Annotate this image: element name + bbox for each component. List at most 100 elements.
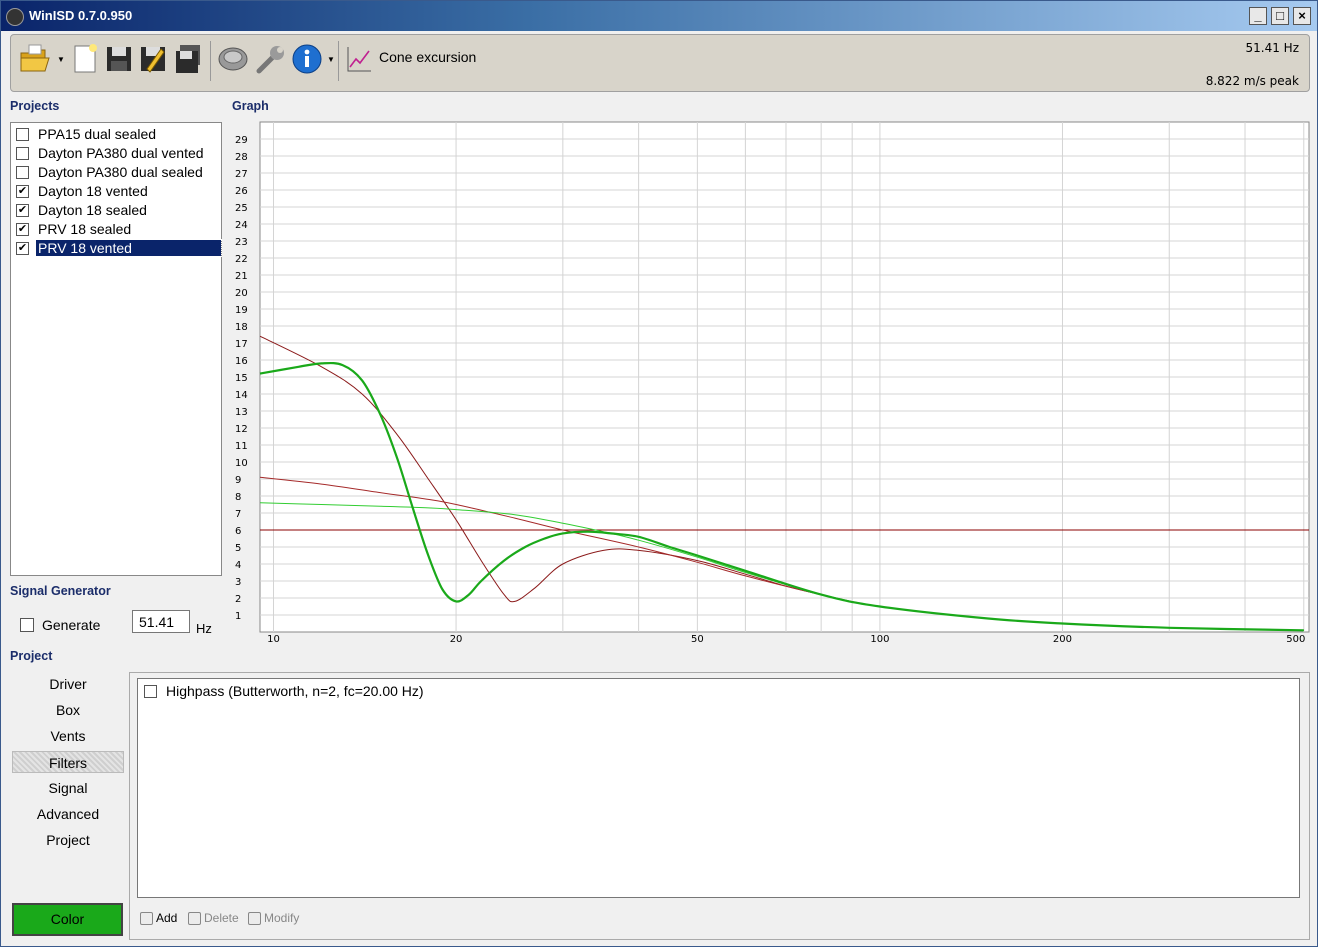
y-tick-label: 27 — [235, 169, 248, 180]
y-tick-label: 4 — [235, 560, 241, 571]
y-tick-label: 5 — [235, 543, 241, 554]
x-axis-ticks: 10 20 50 100 200 500 — [267, 634, 1305, 645]
y-tick-label: 6 — [235, 526, 241, 537]
generate-checkbox[interactable] — [20, 618, 34, 632]
info-icon[interactable] — [291, 43, 323, 75]
filters-list[interactable]: Highpass (Butterworth, n=2, fc=20.00 Hz) — [137, 678, 1300, 898]
y-tick-label: 20 — [235, 288, 248, 299]
y-tick-label: 19 — [235, 305, 248, 316]
project-checkbox[interactable]: ✔ — [16, 242, 29, 255]
y-tick-label: 12 — [235, 424, 248, 435]
project-label[interactable]: Dayton PA380 dual vented — [36, 145, 206, 161]
generator-unit: Hz — [196, 621, 212, 636]
project-item[interactable]: ✔ Dayton 18 vented — [13, 182, 221, 201]
save-icon[interactable] — [105, 43, 133, 75]
project-item[interactable]: ✔ Dayton 18 sealed — [13, 201, 221, 220]
x-tick-label: 100 — [870, 634, 889, 645]
project-label[interactable]: PRV 18 sealed — [36, 221, 133, 237]
y-tick-label: 21 — [235, 271, 248, 282]
project-checkbox[interactable] — [16, 128, 29, 141]
y-tick-label: 18 — [235, 322, 248, 333]
project-checkbox[interactable]: ✔ — [16, 185, 29, 198]
title-bar[interactable]: WinISD 0.7.0.950 _ □ × — [1, 1, 1317, 31]
generate-label[interactable]: Generate — [42, 617, 100, 633]
signal-generator-heading: Signal Generator — [10, 584, 111, 598]
y-tick-label: 26 — [235, 186, 248, 197]
info-dropdown-arrow[interactable]: ▼ — [327, 55, 335, 64]
add-label: Add — [156, 911, 178, 925]
color-button[interactable]: Color — [12, 903, 123, 936]
delete-filter-button[interactable]: Delete — [188, 911, 239, 925]
nav-vents[interactable]: Vents — [12, 725, 124, 747]
maximize-button[interactable]: □ — [1271, 7, 1289, 25]
y-tick-label: 3 — [235, 577, 241, 588]
modify-label: Modify — [264, 911, 300, 925]
save-as-icon[interactable] — [139, 43, 167, 75]
close-button[interactable]: × — [1293, 7, 1311, 25]
x-tick-label: 20 — [450, 634, 463, 645]
y-tick-label: 14 — [235, 390, 248, 401]
project-heading: Project — [10, 649, 53, 663]
projects-list[interactable]: PPA15 dual sealed Dayton PA380 dual vent… — [10, 122, 222, 576]
y-tick-label: 8 — [235, 492, 241, 503]
nav-project[interactable]: Project — [12, 829, 124, 851]
nav-driver[interactable]: Driver — [12, 673, 124, 695]
project-item-selected[interactable]: ✔ PRV 18 vented — [13, 239, 222, 258]
pencil-icon — [248, 912, 261, 925]
add-icon — [140, 912, 153, 925]
driver-icon[interactable] — [217, 43, 249, 75]
save-all-icon[interactable] — [174, 43, 202, 75]
y-tick-label: 23 — [235, 237, 248, 248]
frequency-readout: 51.41 Hz — [1245, 41, 1300, 55]
project-checkbox[interactable]: ✔ — [16, 204, 29, 217]
delete-icon — [188, 912, 201, 925]
y-tick-label: 16 — [235, 356, 248, 367]
toolbar: ▼ ▼ Cone excursion 51.41 Hz 8.822 m/s pe… — [10, 34, 1310, 92]
window-title: WinISD 0.7.0.950 — [29, 8, 133, 23]
y-tick-label: 24 — [235, 220, 248, 231]
y-tick-label: 9 — [235, 475, 241, 486]
open-dropdown-arrow[interactable]: ▼ — [57, 55, 65, 64]
nav-signal[interactable]: Signal — [12, 777, 124, 799]
add-filter-button[interactable]: Add — [140, 911, 177, 925]
graph-type-label[interactable]: Cone excursion — [379, 49, 476, 65]
project-checkbox[interactable] — [16, 166, 29, 179]
project-item[interactable]: PPA15 dual sealed — [13, 125, 221, 144]
filter-checkbox[interactable] — [144, 685, 157, 698]
project-item[interactable]: Dayton PA380 dual vented — [13, 144, 221, 163]
x-tick-label: 50 — [691, 634, 704, 645]
nav-box[interactable]: Box — [12, 699, 124, 721]
y-tick-label: 7 — [235, 509, 241, 520]
y-tick-label: 13 — [235, 407, 248, 418]
project-label[interactable]: Dayton PA380 dual sealed — [36, 164, 205, 180]
x-tick-label: 10 — [267, 634, 280, 645]
cone-excursion-chart[interactable]: 1234567891011121314151617181920212223242… — [229, 116, 1313, 651]
project-checkbox[interactable] — [16, 147, 29, 160]
generator-frequency-input[interactable] — [132, 610, 190, 633]
y-tick-label: 28 — [235, 152, 248, 163]
open-folder-icon[interactable] — [19, 43, 53, 75]
project-label[interactable]: PRV 18 vented — [35, 239, 222, 257]
project-item[interactable]: Dayton PA380 dual sealed — [13, 163, 221, 182]
x-tick-label: 500 — [1286, 634, 1305, 645]
graph-heading: Graph — [232, 99, 269, 113]
project-label[interactable]: PPA15 dual sealed — [36, 126, 158, 142]
project-checkbox[interactable]: ✔ — [16, 223, 29, 236]
project-label[interactable]: Dayton 18 sealed — [36, 202, 149, 218]
excursion-readout: 8.822 m/s peak — [1205, 74, 1299, 88]
toolbar-separator — [210, 41, 211, 81]
project-item[interactable]: ✔ PRV 18 sealed — [13, 220, 221, 239]
nav-filters[interactable]: Filters — [12, 751, 124, 773]
modify-filter-button[interactable]: Modify — [248, 911, 299, 925]
y-tick-label: 11 — [235, 441, 248, 452]
y-tick-label: 10 — [235, 458, 248, 469]
y-tick-label: 17 — [235, 339, 248, 350]
graph-icon[interactable] — [345, 43, 373, 75]
minimize-button[interactable]: _ — [1249, 7, 1267, 25]
new-document-icon[interactable] — [71, 43, 99, 75]
wrench-icon[interactable] — [255, 43, 287, 75]
nav-advanced[interactable]: Advanced — [12, 803, 124, 825]
delete-label: Delete — [204, 911, 239, 925]
project-label[interactable]: Dayton 18 vented — [36, 183, 150, 199]
filter-label[interactable]: Highpass (Butterworth, n=2, fc=20.00 Hz) — [166, 683, 424, 699]
